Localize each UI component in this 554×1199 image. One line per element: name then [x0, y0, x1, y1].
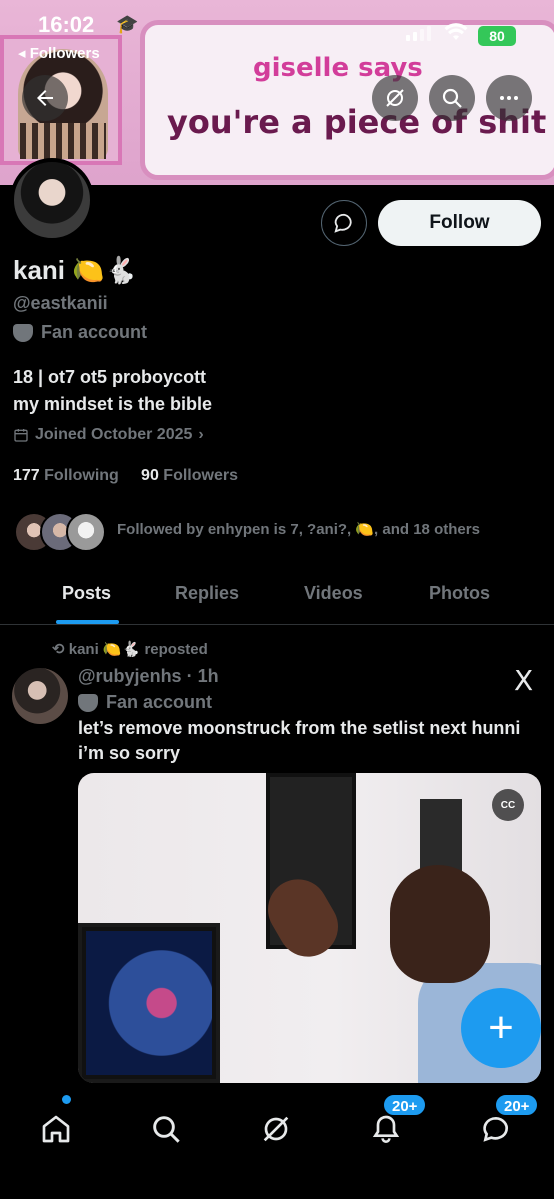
- repost-icon: ⟲: [52, 641, 65, 658]
- mask-icon: [78, 693, 98, 712]
- tab-posts[interactable]: Posts: [62, 583, 111, 604]
- banner-clothing: [20, 123, 106, 159]
- following-link[interactable]: 177 Following: [13, 467, 119, 484]
- repost-text: kani 🍋🐇 reposted: [68, 641, 208, 658]
- search-icon: [442, 88, 462, 108]
- search-icon: [153, 1116, 180, 1143]
- active-tab-indicator: [56, 620, 119, 624]
- chevron-right-icon: ›: [198, 426, 204, 443]
- followed-by-text[interactable]: Followed by enhypen is 7, ?ani?, 🍋, and …: [117, 520, 480, 538]
- signal-icon: [406, 26, 431, 41]
- display-name: kani 🍋🐇: [13, 255, 137, 285]
- nav-search[interactable]: [150, 1113, 186, 1149]
- chat-bubble-icon: [334, 213, 352, 233]
- back-to-app-link[interactable]: ◂ Followers: [18, 44, 100, 62]
- calendar-icon: [14, 429, 28, 442]
- post-author-avatar[interactable]: [12, 668, 68, 724]
- nav-grok[interactable]: [260, 1113, 296, 1149]
- tab-videos[interactable]: Videos: [304, 583, 363, 604]
- profile-avatar[interactable]: [10, 158, 94, 242]
- home-icon: [42, 1115, 70, 1143]
- profile-handle: @eastkanii: [13, 293, 108, 313]
- messages-badge: 20+: [494, 1093, 540, 1117]
- bottom-nav: 20+ 20+: [0, 1083, 554, 1199]
- mutual-avatars[interactable]: [14, 512, 106, 552]
- followers-count: 90: [141, 467, 159, 484]
- repost-line: ⟲ kani 🍋🐇 reposted: [52, 640, 208, 658]
- post-label-text: Fan account: [106, 692, 213, 712]
- graduation-cap-icon: 🎓: [116, 14, 139, 34]
- follow-counts: 177 Following 90 Followers: [13, 467, 238, 485]
- post-account-label: Fan account: [78, 692, 212, 713]
- profile-bio: 18 | ot7 ot5 proboycott my mindset is th…: [13, 364, 212, 418]
- more-button[interactable]: [486, 75, 532, 121]
- bell-icon: [372, 1115, 400, 1143]
- nav-messages[interactable]: [480, 1113, 516, 1149]
- account-label: Fan account: [13, 322, 147, 343]
- home-unread-dot: [62, 1095, 71, 1104]
- follow-button[interactable]: Follow: [378, 200, 541, 246]
- message-button[interactable]: [321, 200, 367, 246]
- status-time: 16:02: [38, 12, 95, 37]
- video-tv: [78, 923, 220, 1083]
- joined-date[interactable]: Joined October 2025 ›: [13, 426, 204, 444]
- post-text[interactable]: let’s remove moonstruck from the setlist…: [78, 716, 538, 766]
- grok-button[interactable]: [372, 75, 418, 121]
- search-button[interactable]: [429, 75, 475, 121]
- grok-icon: [386, 89, 404, 107]
- tab-replies[interactable]: Replies: [175, 583, 239, 604]
- arrow-left-icon: [37, 90, 53, 106]
- followers-link[interactable]: 90 Followers: [141, 467, 238, 484]
- nav-home[interactable]: [40, 1113, 76, 1149]
- account-label-text: Fan account: [41, 322, 148, 342]
- x-logo-icon: X: [514, 664, 534, 697]
- plus-icon: +: [488, 1003, 514, 1052]
- following-count: 177: [13, 467, 40, 484]
- post-handle-time[interactable]: @rubyjenhs · 1h: [78, 666, 219, 687]
- profile-tabs: Posts Replies Videos Photos: [0, 565, 554, 625]
- joined-text: Joined October 2025: [35, 426, 193, 443]
- notifications-badge: 20+: [382, 1093, 428, 1117]
- compose-button[interactable]: +: [461, 988, 541, 1068]
- bio-line-1: 18 | ot7 ot5 proboycott: [13, 367, 207, 387]
- mask-icon: [13, 323, 33, 342]
- followers-label: Followers: [163, 467, 238, 484]
- message-icon: [483, 1116, 509, 1142]
- mutual-avatar: [66, 512, 106, 552]
- back-button[interactable]: [22, 75, 68, 121]
- battery-indicator: 80: [478, 26, 516, 46]
- tab-photos[interactable]: Photos: [429, 583, 490, 604]
- grok-icon: [263, 1116, 289, 1142]
- bio-line-2: my mindset is the bible: [13, 394, 213, 414]
- captions-icon[interactable]: CC: [492, 789, 524, 821]
- more-icon: [500, 96, 518, 100]
- following-label: Following: [44, 467, 119, 484]
- wifi-icon: [444, 23, 468, 40]
